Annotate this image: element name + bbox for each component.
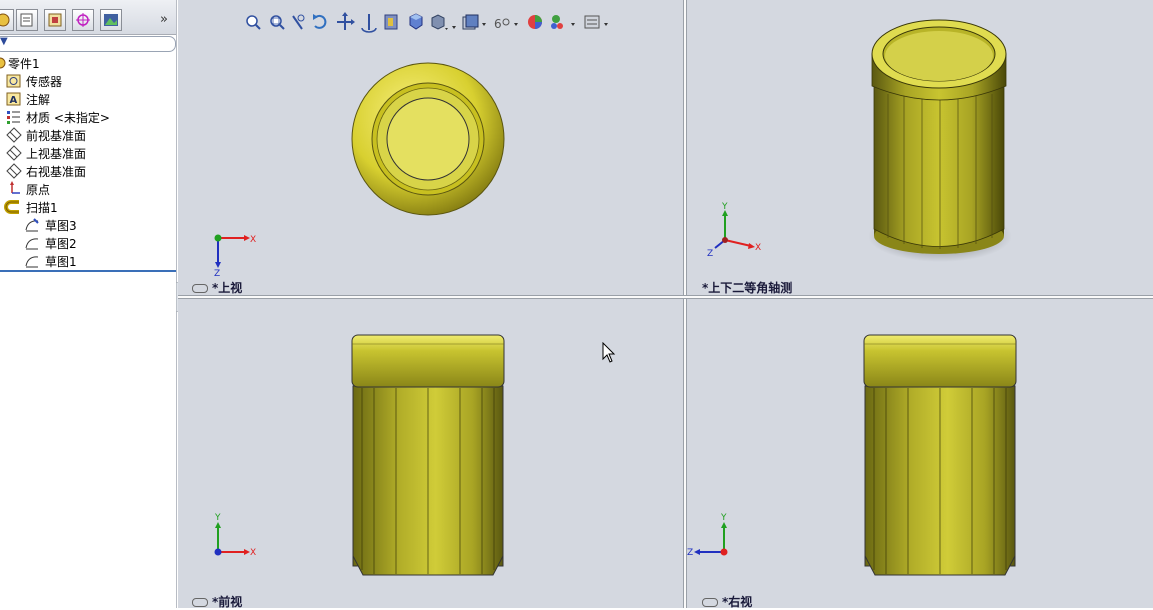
svg-text:A: A xyxy=(10,95,18,106)
axis-triad-top: X Z xyxy=(214,234,256,278)
plane-icon xyxy=(6,145,22,161)
link-views-icon[interactable] xyxy=(702,598,718,607)
heads-up-toolbar: 6 xyxy=(246,12,608,33)
rotate-icon[interactable] xyxy=(313,14,327,29)
sketch-icon xyxy=(25,256,39,268)
model-right-view[interactable] xyxy=(860,330,1022,580)
material-icon xyxy=(7,111,20,124)
zoom-to-fit-icon[interactable] xyxy=(246,15,261,30)
sketch-icon xyxy=(25,218,39,232)
feature-manager-panel: » ▼ 零件1 传感器 A 注解 材质 <未指定> 前视基准面 上视基准面 右视… xyxy=(0,0,177,608)
tab-feature-manager[interactable] xyxy=(0,9,14,31)
svg-text:X: X xyxy=(250,548,256,558)
svg-text:6: 6 xyxy=(494,17,502,31)
pan-icon[interactable] xyxy=(337,12,355,30)
axis-triad-front: Y X xyxy=(214,513,256,558)
viewport-label-isometric: *上下二等角轴测 xyxy=(702,281,793,295)
sweep-icon xyxy=(4,200,19,214)
zoom-to-area-icon[interactable] xyxy=(270,15,285,30)
property-manager-icon xyxy=(20,13,33,27)
view-settings-icon[interactable] xyxy=(584,15,608,29)
tab-dimxpert-manager[interactable] xyxy=(72,9,94,31)
svg-text:Z: Z xyxy=(214,269,220,278)
part-icon xyxy=(0,57,6,69)
view-orientation-icon[interactable] xyxy=(409,13,423,30)
svg-text:X: X xyxy=(755,243,761,253)
sensor-icon xyxy=(6,74,21,88)
roll-icon[interactable] xyxy=(361,14,377,33)
svg-text:Y: Y xyxy=(214,513,221,523)
tab-configuration-manager[interactable] xyxy=(44,9,66,31)
plane-icon xyxy=(6,127,22,143)
feature-manager-icon xyxy=(0,13,10,27)
tab-display-manager[interactable] xyxy=(100,9,122,31)
axis-triad-isometric: Y X Z xyxy=(707,202,761,259)
model-front-view[interactable] xyxy=(348,330,510,580)
viewport-label-right: *右视 xyxy=(702,593,752,610)
previous-view-icon[interactable] xyxy=(292,14,305,30)
manager-tabs: » xyxy=(0,0,176,35)
svg-text:Z: Z xyxy=(687,548,693,558)
display-manager-icon xyxy=(104,14,118,26)
more-tabs-button[interactable]: » xyxy=(160,12,168,27)
model-isometric-view[interactable] xyxy=(862,14,1022,270)
link-views-icon[interactable] xyxy=(192,284,208,293)
plane-icon xyxy=(6,163,22,179)
rollback-bar[interactable] xyxy=(0,270,176,272)
configuration-manager-icon xyxy=(48,13,62,27)
viewport-label-front: *前视 xyxy=(192,593,242,610)
svg-text:Y: Y xyxy=(720,513,727,523)
svg-text:Z: Z xyxy=(707,249,713,259)
filter-icon: ▼ xyxy=(0,36,8,47)
appearance-color-icon[interactable] xyxy=(528,15,542,29)
scene-icon[interactable] xyxy=(551,15,575,29)
hide-show-icon[interactable] xyxy=(462,14,486,30)
model-top-view[interactable] xyxy=(340,55,520,225)
dimxpert-icon xyxy=(76,13,90,27)
tab-property-manager[interactable] xyxy=(16,9,38,31)
display-style-icon[interactable] xyxy=(431,14,456,30)
sketch-icon xyxy=(25,238,39,250)
viewport-splitter-horizontal[interactable] xyxy=(178,295,1153,299)
link-views-icon[interactable] xyxy=(192,598,208,607)
svg-text:X: X xyxy=(250,235,256,245)
tree-filter-input[interactable]: ▼ xyxy=(0,36,176,52)
origin-icon xyxy=(10,181,20,194)
appearance-icon[interactable]: 6 xyxy=(494,17,518,31)
svg-text:Y: Y xyxy=(721,202,728,212)
section-view-icon[interactable] xyxy=(384,14,398,30)
mouse-cursor-icon xyxy=(602,342,616,363)
viewport-label-top: *上视 xyxy=(192,279,242,296)
axis-triad-right: Y Z xyxy=(687,513,728,558)
annotation-icon: A xyxy=(6,92,21,106)
